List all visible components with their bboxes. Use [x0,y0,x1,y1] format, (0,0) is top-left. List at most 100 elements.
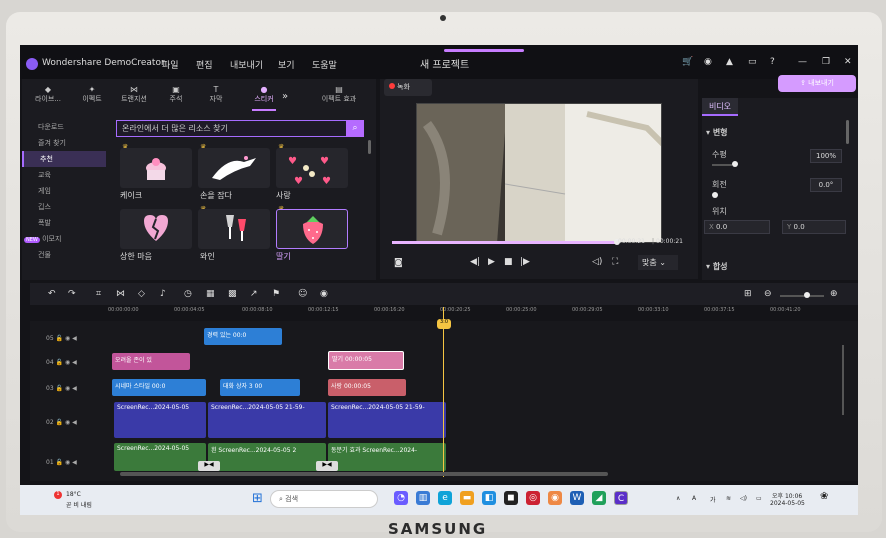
speaker-icon[interactable]: ◁) [740,495,747,502]
app-icon[interactable]: ◎ [526,491,540,505]
explorer-icon[interactable]: ▥ [416,491,430,505]
zoom-out-icon[interactable]: ⊖ [764,289,772,299]
zoom-slider[interactable] [780,295,824,297]
account-icon[interactable]: ◉ [704,57,712,67]
category-item[interactable]: 폭발 [22,215,106,231]
sticker-holding-hands[interactable] [198,148,270,188]
fit-timeline-icon[interactable]: ⊞ [744,289,752,299]
tab-effect-fx[interactable]: ▤ 이펙트 효과 [310,85,368,104]
store-icon[interactable]: ◧ [482,491,496,505]
timeline-vscrollbar[interactable] [842,345,844,415]
category-item[interactable]: 교육 [22,167,106,183]
next-frame-icon[interactable]: |▶ [520,257,530,267]
play-icon[interactable]: ▶ [488,257,495,267]
chrome-icon[interactable]: ◉ [548,491,562,505]
weather-temp[interactable]: 18°C [66,491,81,498]
tray-lang[interactable]: 가 [710,495,716,504]
tab-caption[interactable]: T 자막 [196,85,236,104]
video-preview[interactable] [416,103,662,243]
notification-center-icon[interactable]: ❀ [820,491,828,502]
lock-icon[interactable]: 🔓 [56,419,63,426]
timeline-clip[interactable]: 흰 ScreenRec...2024-05-05 2 [208,443,326,471]
app-icon[interactable]: ◼ [504,491,518,505]
record-button[interactable]: 녹화 [384,79,432,96]
timeline-clip[interactable]: 사랑 00:00:05 [328,379,406,396]
mic-icon[interactable]: ♪ [160,289,166,299]
prev-frame-icon[interactable]: ◀| [470,257,480,267]
eye-icon[interactable]: ◉ [65,335,70,342]
tab-transition[interactable]: ⋈ 트랜지션 [114,85,154,104]
scrollbar[interactable] [368,140,371,154]
eye-icon[interactable]: ◉ [65,419,70,426]
freeze-icon[interactable]: ▦ [206,289,215,299]
properties-scrollbar[interactable] [846,120,849,144]
help-icon[interactable]: ? [770,57,775,67]
category-item[interactable]: 즐겨 찾기 [22,135,106,151]
timeline-clip[interactable]: 오려올 존이 있 [112,353,190,370]
edge-icon[interactable]: e [438,491,452,505]
democreator-taskbar-icon[interactable]: C [614,491,628,505]
sticker-wine[interactable] [198,209,270,249]
tab-annotation[interactable]: ▣ 주석 [156,85,196,104]
weather-desc[interactable]: 곧 비 내림 [66,500,92,509]
category-item[interactable]: 게임 [22,183,106,199]
marker-icon[interactable]: ⚑ [272,289,280,299]
timeline-clip[interactable]: 동분기 효과 ScreenRec...2024- [328,443,446,471]
sticker-strawberry[interactable] [276,209,348,249]
cursor-icon[interactable]: ↗ [250,289,258,299]
fullscreen-icon[interactable]: ⛶ [612,257,618,267]
scale-slider-handle[interactable] [732,161,738,167]
battery-icon[interactable]: ▭ [756,495,762,502]
wifi-icon[interactable]: ≋ [726,495,731,502]
face-icon[interactable]: ☺ [298,289,307,299]
position-x-field[interactable]: X 0.0 [704,220,770,234]
shield-icon[interactable]: ◇ [138,289,145,299]
rotate-slider-handle[interactable] [712,192,718,198]
zoom-in-icon[interactable]: ⊕ [830,289,838,299]
camera-rec-icon[interactable]: ◉ [320,289,328,299]
tab-effects[interactable]: ✦ 이펙트 [72,85,112,104]
tab-library[interactable]: ◆ 라이브... [28,85,68,104]
timeline-ruler[interactable]: 00:00:00:00 00:00:04:05 00:00:08:10 00:0… [108,307,858,319]
category-item[interactable]: 깁스 [22,199,106,215]
eye-icon[interactable]: ◉ [65,459,70,466]
crop-icon[interactable]: ⌗ [96,289,101,299]
playhead-handle[interactable]: 3:0 [437,319,451,329]
category-item-active[interactable]: 추천 [22,151,106,167]
timeline-clip-selected[interactable]: 딸기 00:00:05 [328,351,404,370]
audio-icon[interactable]: ◀ [72,459,77,466]
volume-icon[interactable]: ◁) [592,257,602,267]
transform-section-header[interactable]: ▾ 변형 [706,127,728,138]
tutorial-icon[interactable]: ▲ [726,57,733,67]
timeline-clip[interactable]: 경력 있는 00:0 [204,328,282,345]
app-icon[interactable]: ◢ [592,491,606,505]
composite-section-header[interactable]: ▾ 합성 [706,261,728,272]
lock-icon[interactable]: 🔓 [56,359,63,366]
menu-export[interactable]: 내보내기 [230,58,263,71]
clock-date[interactable]: 2024-05-05 [770,500,805,507]
audio-icon[interactable]: ◀ [72,335,77,342]
menu-file[interactable]: 파일 [162,58,179,71]
scale-slider[interactable] [712,164,732,166]
clock-time[interactable]: 오후 10:06 [772,491,802,500]
tray-chevron-icon[interactable]: ∧ [676,495,680,502]
timeline-clip[interactable]: 시네마 스타일 00:0 [112,379,206,396]
audio-icon[interactable]: ◀ [72,385,77,392]
windows-start-icon[interactable]: ⊞ [252,491,263,506]
lock-icon[interactable]: 🔓 [56,459,63,466]
timeline-scrollbar[interactable] [120,472,608,476]
taskbar-search[interactable]: ⌕ 검색 [270,490,378,508]
audio-icon[interactable]: ◀ [72,419,77,426]
timeline-clip[interactable]: 대화 상자 3 00 [220,379,300,396]
fit-select[interactable]: 맞춤 ⌄ [638,255,678,270]
ime-icon[interactable]: A [692,495,696,502]
undo-icon[interactable]: ↶ [48,289,56,299]
zoom-slider-handle[interactable] [804,292,810,298]
chat-icon[interactable]: ◔ [394,491,408,505]
minimize-icon[interactable]: — [798,57,807,67]
timeline-clip[interactable]: ScreenRec...2024-05-05 [114,443,206,471]
close-icon[interactable]: ✕ [844,57,852,67]
tab-sticker[interactable]: ● 스티커 [244,85,284,104]
eye-icon[interactable]: ◉ [65,385,70,392]
sticker-love[interactable]: ♥ ♥ ♥ ♥ [276,148,348,188]
